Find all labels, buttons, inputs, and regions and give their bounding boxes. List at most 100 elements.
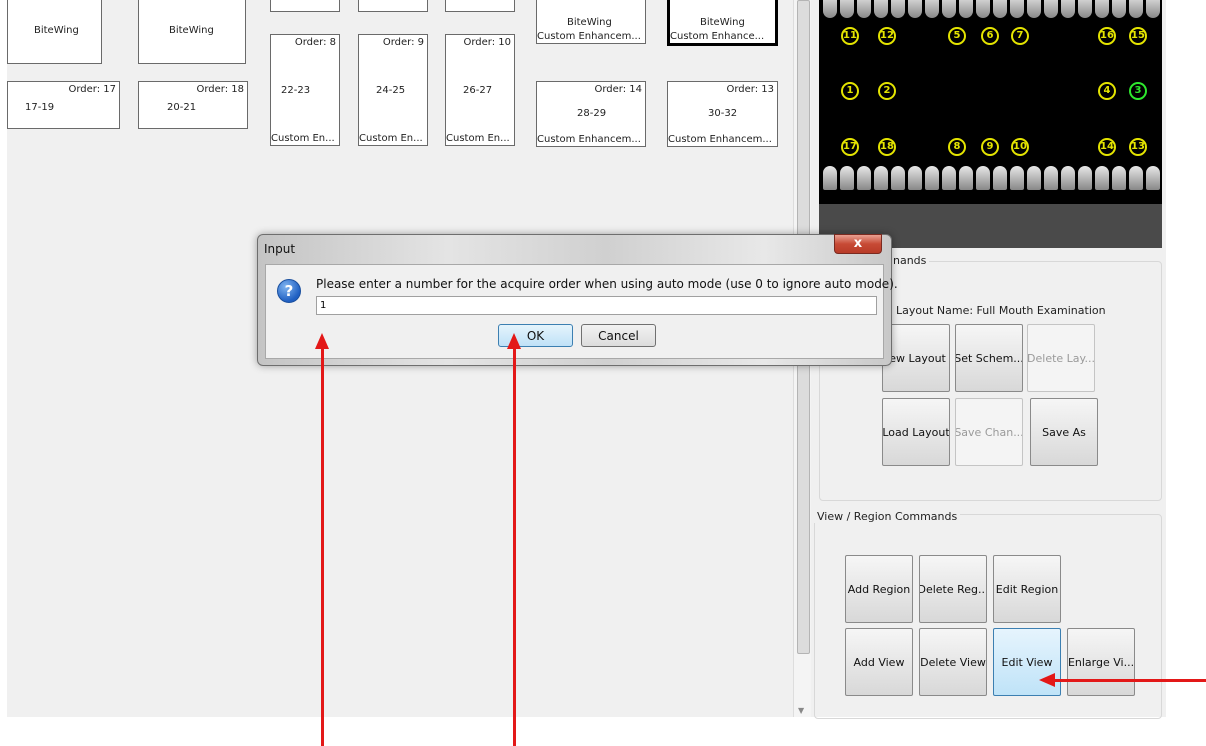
layout-cell-bitewing-3[interactable]: BiteWing Custom Enhancem...: [536, 0, 646, 44]
layout-cell-order-17[interactable]: Order: 17 17-19: [7, 81, 120, 129]
annotation-arrow-input: [321, 346, 324, 746]
tooth-image: [874, 0, 888, 18]
tooth-image: [857, 166, 871, 190]
tooth-image: [942, 0, 956, 18]
tooth-image: [891, 166, 905, 190]
layout-cell-bitewing-2[interactable]: BiteWing: [138, 0, 246, 64]
view-region-commands-title: View / Region Commands: [814, 510, 961, 523]
cell-order: Order: 14: [594, 84, 642, 95]
layout-command-button-3[interactable]: Delete Lay...: [1027, 324, 1095, 392]
cell-order: Order: 9: [382, 37, 424, 48]
cell-custom: Custom En...: [359, 133, 423, 144]
cell-label: BiteWing: [567, 17, 612, 28]
enlarge-view-button[interactable]: Enlarge Vi...: [1067, 628, 1135, 696]
tooth-number-14[interactable]: 14: [1098, 138, 1116, 156]
tooth-image: [976, 0, 990, 18]
annotation-arrowhead-input: [315, 333, 329, 349]
tooth-number-5[interactable]: 5: [948, 27, 966, 45]
tooth-image: [1078, 166, 1092, 190]
tooth-number-9[interactable]: 9: [981, 138, 999, 156]
dialog-body: ? Please enter a number for the acquire …: [265, 264, 898, 359]
cell-label: BiteWing: [700, 17, 745, 28]
delete-view-button[interactable]: Delete View: [919, 628, 987, 696]
annotation-arrow-edit-view: [1054, 679, 1206, 682]
question-icon: ?: [277, 279, 301, 303]
tooth-image: [1044, 166, 1058, 190]
tooth-number-6[interactable]: 6: [981, 27, 999, 45]
tooth-image: [959, 0, 973, 18]
layout-command-button-4[interactable]: Load Layout: [882, 398, 950, 466]
tooth-image: [908, 166, 922, 190]
tooth-number-10[interactable]: 10: [1011, 138, 1029, 156]
layout-cell-bitewing-1[interactable]: BiteWing: [7, 0, 102, 64]
layout-cell-order-18[interactable]: Order: 18 20-21: [138, 81, 248, 129]
dialog-prompt: Please enter a number for the acquire or…: [316, 277, 898, 291]
layout-cell-small-top-3[interactable]: [445, 0, 515, 12]
layout-cell-order-10[interactable]: Order: 10 26-27 Custom En...: [445, 34, 515, 146]
layout-name-label: Layout Name: Full Mouth Examination: [896, 304, 1106, 317]
tooth-image: [1027, 166, 1041, 190]
layout-command-button-6[interactable]: Save As: [1030, 398, 1098, 466]
tooth-image: [1061, 0, 1075, 18]
cell-label: BiteWing: [34, 25, 79, 36]
cell-custom: Custom Enhancem...: [537, 31, 641, 42]
scroll-down-arrow-icon[interactable]: ▼: [798, 706, 804, 715]
cell-range: 26-27: [463, 85, 493, 96]
layout-command-button-5[interactable]: Save Chan...: [955, 398, 1023, 466]
tooth-image: [1112, 166, 1126, 190]
tooth-image: [993, 0, 1007, 18]
layout-cell-order-13[interactable]: Order: 13 30-32 Custom Enhancem...: [667, 81, 778, 147]
layout-cell-order-14[interactable]: Order: 14 28-29 Custom Enhancem...: [536, 81, 646, 147]
tooth-image: [823, 0, 837, 18]
add-region-button[interactable]: Add Region: [845, 555, 913, 623]
dialog-close-button[interactable]: x: [834, 234, 882, 254]
tooth-number-16[interactable]: 16: [1098, 27, 1116, 45]
cell-range: 28-29: [577, 108, 607, 119]
tooth-number-8[interactable]: 8: [948, 138, 966, 156]
layout-cell-small-top-2[interactable]: [358, 0, 428, 12]
tooth-number-7[interactable]: 7: [1011, 27, 1029, 45]
tooth-image: [959, 166, 973, 190]
tooth-number-1[interactable]: 1: [841, 82, 859, 100]
cell-custom: Custom En...: [271, 133, 335, 144]
cell-custom: Custom Enhance...: [670, 31, 765, 42]
tooth-image: [976, 166, 990, 190]
lower-teeth-image: [819, 160, 1162, 190]
tooth-number-3[interactable]: 3: [1129, 82, 1147, 100]
tooth-image: [908, 0, 922, 18]
tooth-image: [1112, 0, 1126, 18]
cell-order: Order: 18: [196, 84, 244, 95]
layout-command-button-1[interactable]: lew Layout: [882, 324, 950, 392]
tooth-number-4[interactable]: 4: [1098, 82, 1116, 100]
add-view-button[interactable]: Add View: [845, 628, 913, 696]
tooth-number-15[interactable]: 15: [1129, 27, 1147, 45]
tooth-image: [1129, 0, 1143, 18]
delete-region-button[interactable]: Delete Reg...: [919, 555, 987, 623]
tooth-image: [1027, 0, 1041, 18]
tooth-number-11[interactable]: 11: [841, 27, 859, 45]
cancel-button[interactable]: Cancel: [581, 324, 656, 347]
tooth-number-18[interactable]: 18: [878, 138, 896, 156]
input-dialog: Input x ? Please enter a number for the …: [257, 234, 898, 366]
cell-range: 20-21: [167, 102, 197, 113]
cell-range: 24-25: [376, 85, 406, 96]
edit-region-button[interactable]: Edit Region: [993, 555, 1061, 623]
acquire-order-input[interactable]: [316, 296, 877, 315]
layout-commands-title: nands: [890, 254, 930, 267]
layout-cell-order-8[interactable]: Order: 8 22-23 Custom En...: [270, 34, 340, 146]
layout-command-button-2[interactable]: Set Schem...: [955, 324, 1023, 392]
layout-cell-small-top-1[interactable]: [270, 0, 340, 12]
cell-custom: Custom Enhancem...: [537, 134, 641, 145]
cell-order: Order: 17: [68, 84, 116, 95]
tooth-image: [857, 0, 871, 18]
layout-preview: 11 12 5 6 7 16 15 1 2 4 3 17 18 8 9 10 14 13: [819, 0, 1162, 248]
layout-cell-order-9[interactable]: Order: 9 24-25 Custom En...: [358, 34, 428, 146]
tooth-number-2[interactable]: 2: [878, 82, 896, 100]
tooth-number-13[interactable]: 13: [1129, 138, 1147, 156]
tooth-number-12[interactable]: 12: [878, 27, 896, 45]
annotation-arrowhead-ok: [507, 333, 521, 349]
cell-label: BiteWing: [169, 25, 214, 36]
cell-custom: Custom Enhancem...: [668, 134, 772, 145]
layout-cell-bitewing-4[interactable]: BiteWing Custom Enhance...: [667, 0, 778, 46]
tooth-number-17[interactable]: 17: [841, 138, 859, 156]
